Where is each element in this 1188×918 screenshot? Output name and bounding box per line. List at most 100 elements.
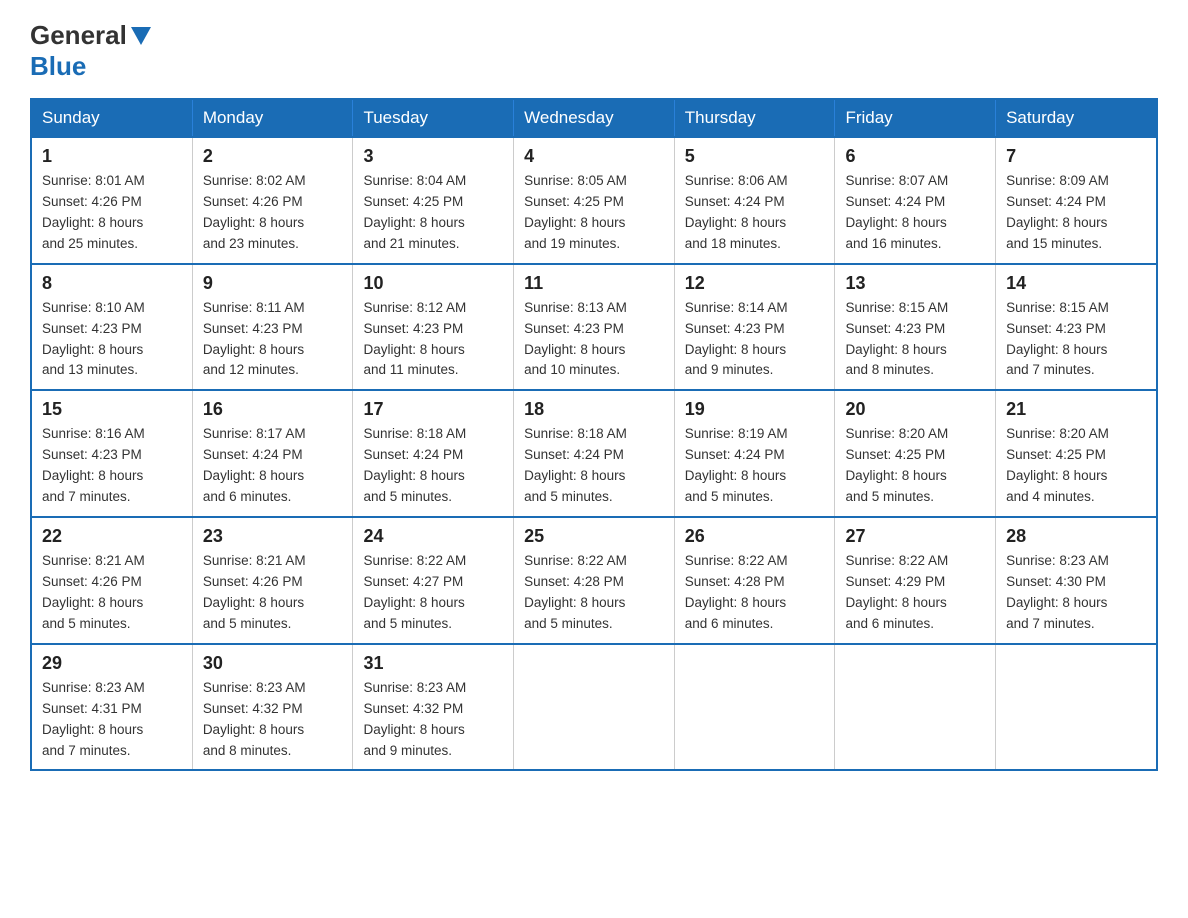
calendar-cell: 25 Sunrise: 8:22 AM Sunset: 4:28 PM Dayli… <box>514 517 675 644</box>
weekday-header-thursday: Thursday <box>674 99 835 137</box>
calendar-week-row: 22Sunrise: 8:21 AM Sunset: 4:26 PM Dayli… <box>31 517 1157 644</box>
day-info: Sunrise: 8:15 AM Sunset: 4:23 PM Dayligh… <box>1006 298 1146 382</box>
day-number: 25 <box>524 526 664 547</box>
day-number: 15 <box>42 399 182 420</box>
day-info: Sunrise: 8:15 AM Sunset: 4:23 PM Dayligh… <box>845 298 985 382</box>
weekday-header-saturday: Saturday <box>996 99 1157 137</box>
calendar-cell: 8 Sunrise: 8:10 AM Sunset: 4:23 PM Daylig… <box>31 264 192 391</box>
day-info: Sunrise: 8:22 AM Sunset: 4:28 PM Dayligh… <box>524 551 664 635</box>
calendar-week-row: 8 Sunrise: 8:10 AM Sunset: 4:23 PM Daylig… <box>31 264 1157 391</box>
calendar-cell: 4 Sunrise: 8:05 AM Sunset: 4:25 PM Daylig… <box>514 137 675 264</box>
day-info: Sunrise: 8:23 AM Sunset: 4:32 PM Dayligh… <box>203 678 343 762</box>
calendar-cell <box>996 644 1157 771</box>
day-number: 24 <box>363 526 503 547</box>
day-number: 21 <box>1006 399 1146 420</box>
day-number: 27 <box>845 526 985 547</box>
day-info: Sunrise: 8:21 AM Sunset: 4:26 PM Dayligh… <box>42 551 182 635</box>
weekday-header-wednesday: Wednesday <box>514 99 675 137</box>
calendar-cell: 27 Sunrise: 8:22 AM Sunset: 4:29 PM Dayli… <box>835 517 996 644</box>
day-info: Sunrise: 8:18 AM Sunset: 4:24 PM Dayligh… <box>363 424 503 508</box>
calendar-cell: 24 Sunrise: 8:22 AM Sunset: 4:27 PM Dayli… <box>353 517 514 644</box>
day-info: Sunrise: 8:09 AM Sunset: 4:24 PM Dayligh… <box>1006 171 1146 255</box>
day-number: 26 <box>685 526 825 547</box>
calendar-cell: 7 Sunrise: 8:09 AM Sunset: 4:24 PM Daylig… <box>996 137 1157 264</box>
day-number: 7 <box>1006 146 1146 167</box>
day-info: Sunrise: 8:18 AM Sunset: 4:24 PM Dayligh… <box>524 424 664 508</box>
day-number: 2 <box>203 146 343 167</box>
day-number: 1 <box>42 146 182 167</box>
calendar-week-row: 29 Sunrise: 8:23 AM Sunset: 4:31 PM Dayli… <box>31 644 1157 771</box>
day-info: Sunrise: 8:14 AM Sunset: 4:23 PM Dayligh… <box>685 298 825 382</box>
calendar-cell: 18Sunrise: 8:18 AM Sunset: 4:24 PM Dayli… <box>514 390 675 517</box>
day-info: Sunrise: 8:07 AM Sunset: 4:24 PM Dayligh… <box>845 171 985 255</box>
day-info: Sunrise: 8:19 AM Sunset: 4:24 PM Dayligh… <box>685 424 825 508</box>
logo-triangle-icon <box>131 27 151 45</box>
calendar-table: SundayMondayTuesdayWednesdayThursdayFrid… <box>30 98 1158 771</box>
day-info: Sunrise: 8:12 AM Sunset: 4:23 PM Dayligh… <box>363 298 503 382</box>
day-number: 3 <box>363 146 503 167</box>
day-number: 14 <box>1006 273 1146 294</box>
calendar-cell: 5Sunrise: 8:06 AM Sunset: 4:24 PM Daylig… <box>674 137 835 264</box>
calendar-cell: 11 Sunrise: 8:13 AM Sunset: 4:23 PM Dayli… <box>514 264 675 391</box>
day-info: Sunrise: 8:10 AM Sunset: 4:23 PM Dayligh… <box>42 298 182 382</box>
day-info: Sunrise: 8:21 AM Sunset: 4:26 PM Dayligh… <box>203 551 343 635</box>
calendar-cell: 30 Sunrise: 8:23 AM Sunset: 4:32 PM Dayli… <box>192 644 353 771</box>
day-number: 20 <box>845 399 985 420</box>
calendar-cell <box>835 644 996 771</box>
day-info: Sunrise: 8:02 AM Sunset: 4:26 PM Dayligh… <box>203 171 343 255</box>
day-number: 30 <box>203 653 343 674</box>
day-info: Sunrise: 8:23 AM Sunset: 4:31 PM Dayligh… <box>42 678 182 762</box>
calendar-cell: 6 Sunrise: 8:07 AM Sunset: 4:24 PM Daylig… <box>835 137 996 264</box>
calendar-cell: 14 Sunrise: 8:15 AM Sunset: 4:23 PM Dayli… <box>996 264 1157 391</box>
day-number: 11 <box>524 273 664 294</box>
logo-blue-text: Blue <box>30 51 86 81</box>
calendar-cell: 2 Sunrise: 8:02 AM Sunset: 4:26 PM Daylig… <box>192 137 353 264</box>
day-info: Sunrise: 8:23 AM Sunset: 4:32 PM Dayligh… <box>363 678 503 762</box>
weekday-header-sunday: Sunday <box>31 99 192 137</box>
calendar-cell: 28Sunrise: 8:23 AM Sunset: 4:30 PM Dayli… <box>996 517 1157 644</box>
day-number: 13 <box>845 273 985 294</box>
day-number: 10 <box>363 273 503 294</box>
day-number: 9 <box>203 273 343 294</box>
day-number: 16 <box>203 399 343 420</box>
day-info: Sunrise: 8:06 AM Sunset: 4:24 PM Dayligh… <box>685 171 825 255</box>
calendar-cell: 3 Sunrise: 8:04 AM Sunset: 4:25 PM Daylig… <box>353 137 514 264</box>
day-info: Sunrise: 8:13 AM Sunset: 4:23 PM Dayligh… <box>524 298 664 382</box>
calendar-cell: 26 Sunrise: 8:22 AM Sunset: 4:28 PM Dayli… <box>674 517 835 644</box>
day-number: 17 <box>363 399 503 420</box>
calendar-cell: 15Sunrise: 8:16 AM Sunset: 4:23 PM Dayli… <box>31 390 192 517</box>
day-info: Sunrise: 8:22 AM Sunset: 4:28 PM Dayligh… <box>685 551 825 635</box>
day-info: Sunrise: 8:17 AM Sunset: 4:24 PM Dayligh… <box>203 424 343 508</box>
day-number: 8 <box>42 273 182 294</box>
day-number: 6 <box>845 146 985 167</box>
calendar-week-row: 1 Sunrise: 8:01 AM Sunset: 4:26 PM Daylig… <box>31 137 1157 264</box>
day-number: 31 <box>363 653 503 674</box>
day-info: Sunrise: 8:22 AM Sunset: 4:29 PM Dayligh… <box>845 551 985 635</box>
day-info: Sunrise: 8:23 AM Sunset: 4:30 PM Dayligh… <box>1006 551 1146 635</box>
day-number: 4 <box>524 146 664 167</box>
day-number: 29 <box>42 653 182 674</box>
weekday-header-tuesday: Tuesday <box>353 99 514 137</box>
day-info: Sunrise: 8:22 AM Sunset: 4:27 PM Dayligh… <box>363 551 503 635</box>
calendar-cell: 13 Sunrise: 8:15 AM Sunset: 4:23 PM Dayli… <box>835 264 996 391</box>
day-info: Sunrise: 8:20 AM Sunset: 4:25 PM Dayligh… <box>845 424 985 508</box>
calendar-cell: 1 Sunrise: 8:01 AM Sunset: 4:26 PM Daylig… <box>31 137 192 264</box>
day-info: Sunrise: 8:11 AM Sunset: 4:23 PM Dayligh… <box>203 298 343 382</box>
calendar-cell: 31 Sunrise: 8:23 AM Sunset: 4:32 PM Dayli… <box>353 644 514 771</box>
day-info: Sunrise: 8:20 AM Sunset: 4:25 PM Dayligh… <box>1006 424 1146 508</box>
weekday-header-friday: Friday <box>835 99 996 137</box>
weekday-header-monday: Monday <box>192 99 353 137</box>
calendar-week-row: 15Sunrise: 8:16 AM Sunset: 4:23 PM Dayli… <box>31 390 1157 517</box>
day-number: 23 <box>203 526 343 547</box>
calendar-cell: 22Sunrise: 8:21 AM Sunset: 4:26 PM Dayli… <box>31 517 192 644</box>
logo: General Blue <box>30 20 153 82</box>
day-info: Sunrise: 8:01 AM Sunset: 4:26 PM Dayligh… <box>42 171 182 255</box>
weekday-header-row: SundayMondayTuesdayWednesdayThursdayFrid… <box>31 99 1157 137</box>
day-info: Sunrise: 8:04 AM Sunset: 4:25 PM Dayligh… <box>363 171 503 255</box>
calendar-cell: 21 Sunrise: 8:20 AM Sunset: 4:25 PM Dayli… <box>996 390 1157 517</box>
page-header: General Blue <box>30 20 1158 82</box>
calendar-cell <box>514 644 675 771</box>
calendar-cell: 29 Sunrise: 8:23 AM Sunset: 4:31 PM Dayli… <box>31 644 192 771</box>
day-number: 12 <box>685 273 825 294</box>
day-info: Sunrise: 8:05 AM Sunset: 4:25 PM Dayligh… <box>524 171 664 255</box>
